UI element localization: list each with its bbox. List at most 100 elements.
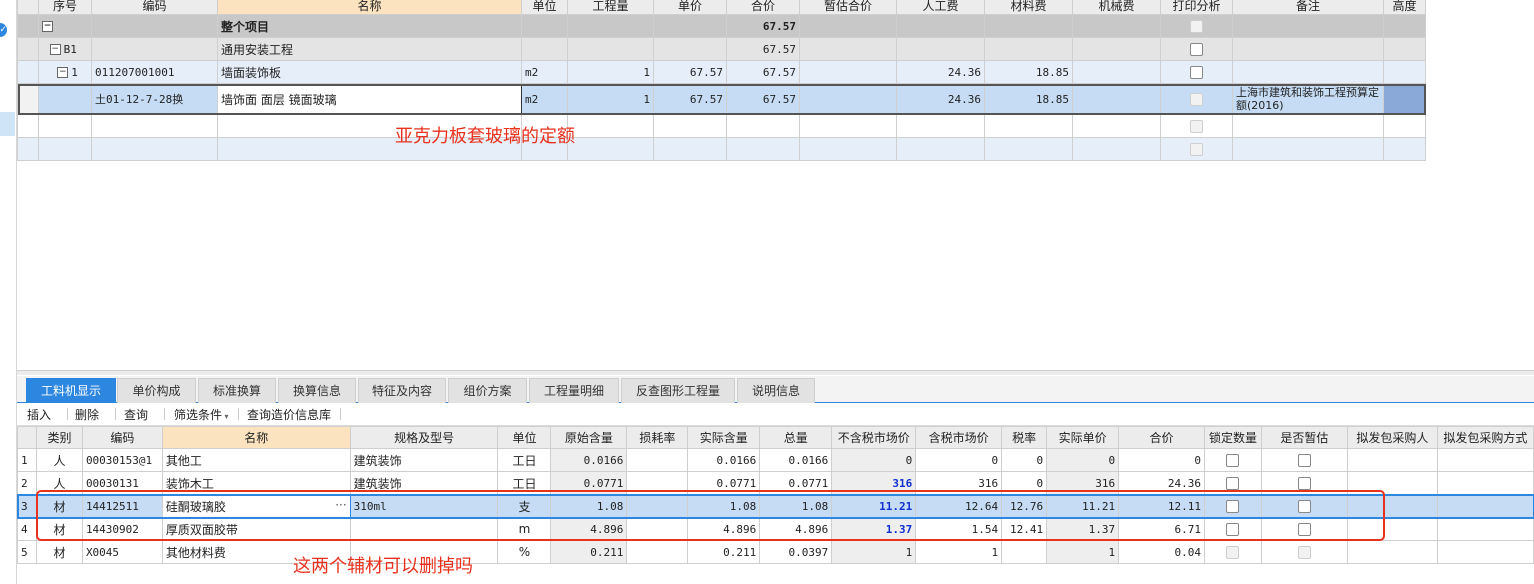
- header-code[interactable]: 编码: [91, 0, 218, 15]
- table-row-empty[interactable]: [17, 114, 1426, 138]
- machine-cell[interactable]: [1072, 137, 1161, 161]
- purchase-method-cell[interactable]: [1436, 494, 1534, 518]
- market-price-tax-cell[interactable]: 316: [915, 471, 1003, 495]
- purchaser-cell[interactable]: [1346, 448, 1438, 472]
- orig-content-cell[interactable]: 1.08: [550, 494, 628, 518]
- delete-button[interactable]: 删除: [75, 406, 99, 423]
- machine-cell[interactable]: [1072, 114, 1161, 138]
- lock-qty-cell[interactable]: [1203, 471, 1262, 495]
- actual-price-cell[interactable]: 1.37: [1046, 517, 1120, 541]
- market-price-cell[interactable]: 0: [831, 448, 917, 472]
- code-cell[interactable]: 00030131: [81, 471, 163, 495]
- remark-cell[interactable]: [1232, 14, 1384, 38]
- header-price[interactable]: 单价: [653, 0, 727, 15]
- price-cell[interactable]: 67.57: [653, 83, 727, 115]
- lock-qty-checkbox[interactable]: [1226, 500, 1240, 513]
- unit-cell[interactable]: [521, 14, 568, 38]
- table-row[interactable]: 1 人 00030153@1 其他工 建筑装饰 工日 0.0166 0.0166…: [17, 448, 1534, 472]
- labor-cell[interactable]: [896, 114, 985, 138]
- price-cell[interactable]: [653, 137, 727, 161]
- header-code[interactable]: 编码: [81, 426, 163, 449]
- machine-cell[interactable]: [1072, 14, 1161, 38]
- provisional-checkbox[interactable]: [1297, 454, 1311, 467]
- est-cell[interactable]: [799, 137, 897, 161]
- code-cell[interactable]: 14430902: [81, 517, 163, 541]
- actual-price-cell[interactable]: 316: [1046, 471, 1120, 495]
- table-row[interactable]: −1 011207001001 墙面装饰板 m2 1 67.57 67.57 2…: [17, 60, 1426, 84]
- tax-rate-cell[interactable]: [1001, 540, 1048, 564]
- height-cell[interactable]: [1383, 83, 1426, 115]
- print-checkbox[interactable]: [1190, 93, 1203, 106]
- print-checkbox[interactable]: [1190, 43, 1203, 56]
- material-cell[interactable]: [984, 37, 1073, 61]
- total-qty-cell[interactable]: 0.0771: [759, 471, 833, 495]
- tab-quantity-detail[interactable]: 工程量明细: [529, 378, 619, 403]
- market-price-cell[interactable]: 1: [831, 540, 917, 564]
- price-cell[interactable]: 67.57: [653, 60, 727, 84]
- category-cell[interactable]: 人: [35, 448, 83, 472]
- category-cell[interactable]: 材: [35, 517, 83, 541]
- purchaser-cell[interactable]: [1346, 471, 1438, 495]
- seq-cell[interactable]: −: [38, 14, 92, 38]
- table-row-empty[interactable]: [17, 137, 1426, 161]
- material-cell[interactable]: [984, 137, 1073, 161]
- unit-cell[interactable]: 工日: [497, 448, 552, 472]
- provisional-checkbox[interactable]: [1297, 546, 1311, 559]
- code-cell[interactable]: [91, 14, 218, 38]
- unit-cell[interactable]: m: [497, 517, 552, 541]
- name-cell[interactable]: 通用安装工程: [217, 37, 522, 61]
- table-row-selected[interactable]: 3 材 14412511 硅酮玻璃胶 ··· 310ml 支 1.08 1.08 …: [16, 493, 1534, 519]
- provisional-cell[interactable]: [1260, 540, 1348, 564]
- height-cell[interactable]: [1383, 37, 1426, 61]
- remark-cell[interactable]: 上海市建筑和装饰工程预算定额(2016): [1232, 83, 1384, 115]
- tax-rate-cell[interactable]: 12.41: [1001, 517, 1048, 541]
- loss-rate-cell[interactable]: [626, 494, 689, 518]
- header-purchaser[interactable]: 拟发包采购人: [1346, 426, 1438, 449]
- print-checkbox[interactable]: [1190, 66, 1203, 79]
- purchaser-cell[interactable]: [1346, 494, 1438, 518]
- code-cell[interactable]: [91, 137, 218, 161]
- seq-cell[interactable]: − B1: [38, 37, 92, 61]
- spec-cell[interactable]: 建筑装饰: [349, 471, 499, 495]
- header-name[interactable]: 名称: [161, 426, 351, 449]
- header-sum[interactable]: 合价: [1118, 426, 1205, 449]
- tab-unit-price[interactable]: 单价构成: [117, 378, 196, 403]
- total-cell[interactable]: 67.57: [726, 37, 800, 61]
- print-cell[interactable]: [1160, 14, 1233, 38]
- remark-cell[interactable]: [1232, 37, 1384, 61]
- tax-rate-cell[interactable]: 12.76: [1001, 494, 1048, 518]
- sum-cell[interactable]: 12.11: [1118, 494, 1205, 518]
- header-machine[interactable]: 机械费: [1072, 0, 1161, 15]
- header-total[interactable]: 合价: [726, 0, 800, 15]
- header-actual-content[interactable]: 实际含量: [687, 426, 761, 449]
- category-cell[interactable]: 材: [35, 494, 83, 518]
- insert-button[interactable]: 插入: [27, 406, 51, 423]
- height-cell[interactable]: [1383, 114, 1426, 138]
- machine-cell[interactable]: [1072, 60, 1161, 84]
- qty-cell[interactable]: 1: [567, 60, 654, 84]
- tab-description[interactable]: 说明信息: [737, 378, 815, 403]
- total-cell[interactable]: 67.57: [726, 14, 800, 38]
- header-loss-rate[interactable]: 损耗率: [626, 426, 689, 449]
- lock-qty-checkbox[interactable]: [1226, 523, 1240, 536]
- qty-cell[interactable]: [567, 137, 654, 161]
- purchase-method-cell[interactable]: [1436, 517, 1534, 541]
- tab-standard-conversion[interactable]: 标准换算: [198, 378, 276, 403]
- table-row[interactable]: 2 人 00030131 装饰木工 建筑装饰 工日 0.0771 0.0771 …: [17, 471, 1534, 495]
- remark-cell[interactable]: [1232, 114, 1384, 138]
- name-cell[interactable]: 装饰木工: [161, 471, 351, 495]
- machine-cell[interactable]: [1072, 83, 1161, 115]
- tab-labor-material[interactable]: 工料机显示: [26, 378, 116, 403]
- purchase-method-cell[interactable]: [1436, 540, 1534, 564]
- provisional-cell[interactable]: [1260, 517, 1348, 541]
- purchase-method-cell[interactable]: [1436, 471, 1534, 495]
- labor-cell[interactable]: [896, 14, 985, 38]
- total-qty-cell[interactable]: 4.896: [759, 517, 833, 541]
- spec-cell[interactable]: 建筑装饰: [349, 448, 499, 472]
- qty-cell[interactable]: [567, 14, 654, 38]
- lock-qty-checkbox[interactable]: [1226, 477, 1240, 490]
- provisional-cell[interactable]: [1260, 471, 1348, 495]
- code-cell[interactable]: [91, 37, 218, 61]
- est-cell[interactable]: [799, 60, 897, 84]
- orig-content-cell[interactable]: 0.211: [550, 540, 628, 564]
